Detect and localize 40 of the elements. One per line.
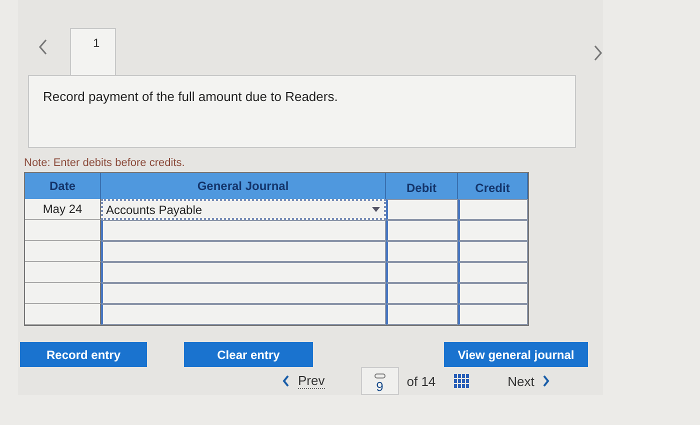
debit-input[interactable] <box>386 199 458 220</box>
action-button[interactable]: Record entry <box>20 342 147 367</box>
debit-input[interactable] <box>386 283 458 304</box>
link-icon <box>374 373 386 379</box>
account-input[interactable] <box>101 304 386 325</box>
credit-input[interactable] <box>458 304 528 325</box>
column-header: Date <box>25 173 101 199</box>
account-input[interactable] <box>101 241 386 262</box>
account-dropdown[interactable]: Accounts Payable <box>101 199 386 220</box>
column-header: Credit <box>458 173 528 199</box>
prev-link[interactable]: Prev <box>282 373 325 389</box>
account-input[interactable] <box>101 283 386 304</box>
debit-input[interactable] <box>386 262 458 283</box>
dropdown-caret-icon <box>372 207 380 212</box>
account-input[interactable] <box>101 262 386 283</box>
account-input[interactable] <box>101 220 386 241</box>
debit-input[interactable] <box>386 304 458 325</box>
chevron-right-icon <box>542 375 550 387</box>
previous-tab-icon[interactable] <box>38 39 48 55</box>
date-cell: May 24 <box>25 199 101 220</box>
column-header: General Journal <box>101 173 386 199</box>
note-text: Note: Enter debits before credits. <box>24 156 186 171</box>
next-link[interactable]: Next <box>508 374 550 388</box>
question-text: Record payment of the full amount due to Readers. <box>28 75 576 148</box>
page-count: of 14 <box>406 374 436 388</box>
page-number-field[interactable]: 9 <box>360 367 399 395</box>
action-button[interactable]: Clear entry <box>184 342 313 367</box>
credit-input[interactable] <box>458 220 528 241</box>
credit-input[interactable] <box>458 262 528 283</box>
credit-input[interactable] <box>458 241 528 262</box>
debit-input[interactable] <box>386 220 458 241</box>
debit-input[interactable] <box>386 241 458 262</box>
next-tab-icon[interactable] <box>593 45 603 61</box>
grid-icon[interactable] <box>454 374 470 388</box>
column-header: Debit <box>386 173 458 199</box>
chevron-left-icon <box>282 375 290 387</box>
action-button[interactable]: View general journal <box>444 342 588 367</box>
credit-input[interactable] <box>458 199 528 220</box>
credit-input[interactable] <box>458 283 528 304</box>
tab[interactable]: 1 <box>70 28 116 76</box>
